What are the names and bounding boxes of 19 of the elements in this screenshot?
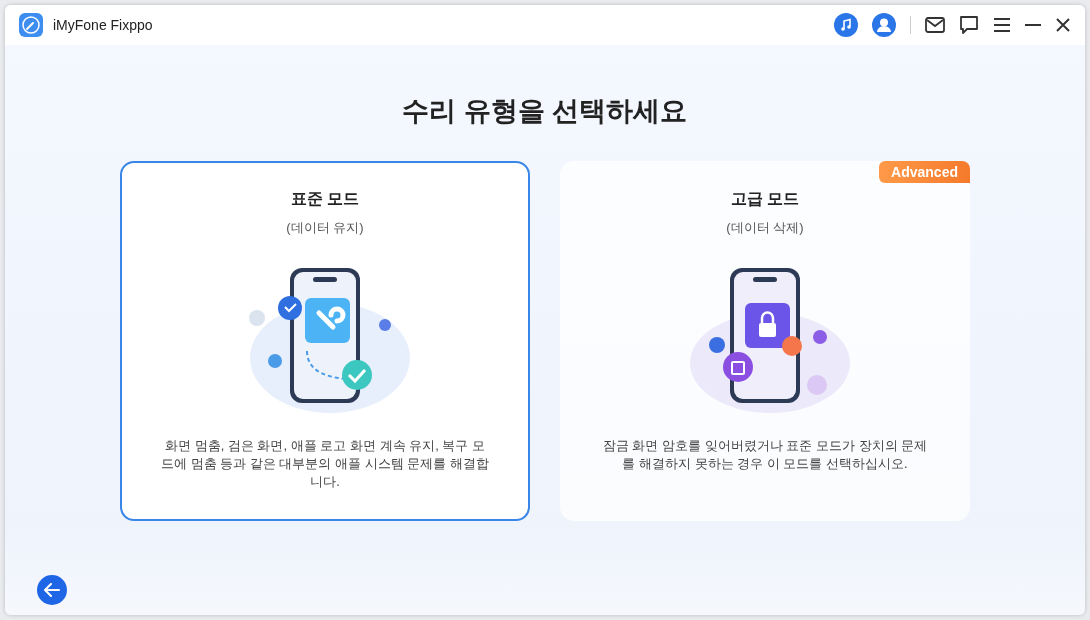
mode-card[interactable]: Advanced 고급 모드 (데이터 삭제) 잠금 화면 암호를 잊어버렸거나 표준 모드가 장치의 문제를 해결하지 못하는 경우 이 모드를 선택하십시오.: [560, 161, 970, 521]
mode-description: 잠금 화면 암호를 잊어버렸거나 표준 모드가 장치의 문제를 해결하지 못하는 경우 이 모드를 선택하십시오.: [601, 437, 929, 473]
menu-icon[interactable]: [993, 17, 1011, 33]
mode-subtitle: (데이터 삭제): [726, 219, 804, 237]
mode-description: 화면 멈춤, 검은 화면, 애플 로고 화면 계속 유지, 복구 모드에 멈춤 등과 같은 대부분의 애플 시스템 문제를 해결합니다.: [160, 437, 490, 491]
close-icon[interactable]: [1055, 17, 1071, 33]
back-button[interactable]: [37, 575, 67, 605]
minimize-icon[interactable]: [1025, 23, 1041, 27]
mode-card[interactable]: 표준 모드 (데이터 유지) 화면 멈춤, 검은 화면, 애플 로고 화면 계속 유지, 복구 모드에 멈춤 등과 같은 대부분의 애플 시스템 문제를 해결합니다.: [120, 161, 530, 521]
mode-subtitle: (데이터 유지): [286, 219, 364, 237]
window-title: iMyFone Fixppo: [53, 17, 153, 33]
page-heading: 수리 유형을 선택하세요: [402, 95, 688, 128]
mode-title: 표준 모드: [290, 189, 360, 209]
mail-icon[interactable]: [925, 17, 945, 33]
advanced-badge: Advanced: [879, 161, 970, 183]
chat-icon[interactable]: [959, 16, 979, 34]
mode-title: 고급 모드: [730, 189, 800, 209]
left-arrow-icon: [44, 583, 60, 597]
user-icon[interactable]: [872, 13, 896, 37]
